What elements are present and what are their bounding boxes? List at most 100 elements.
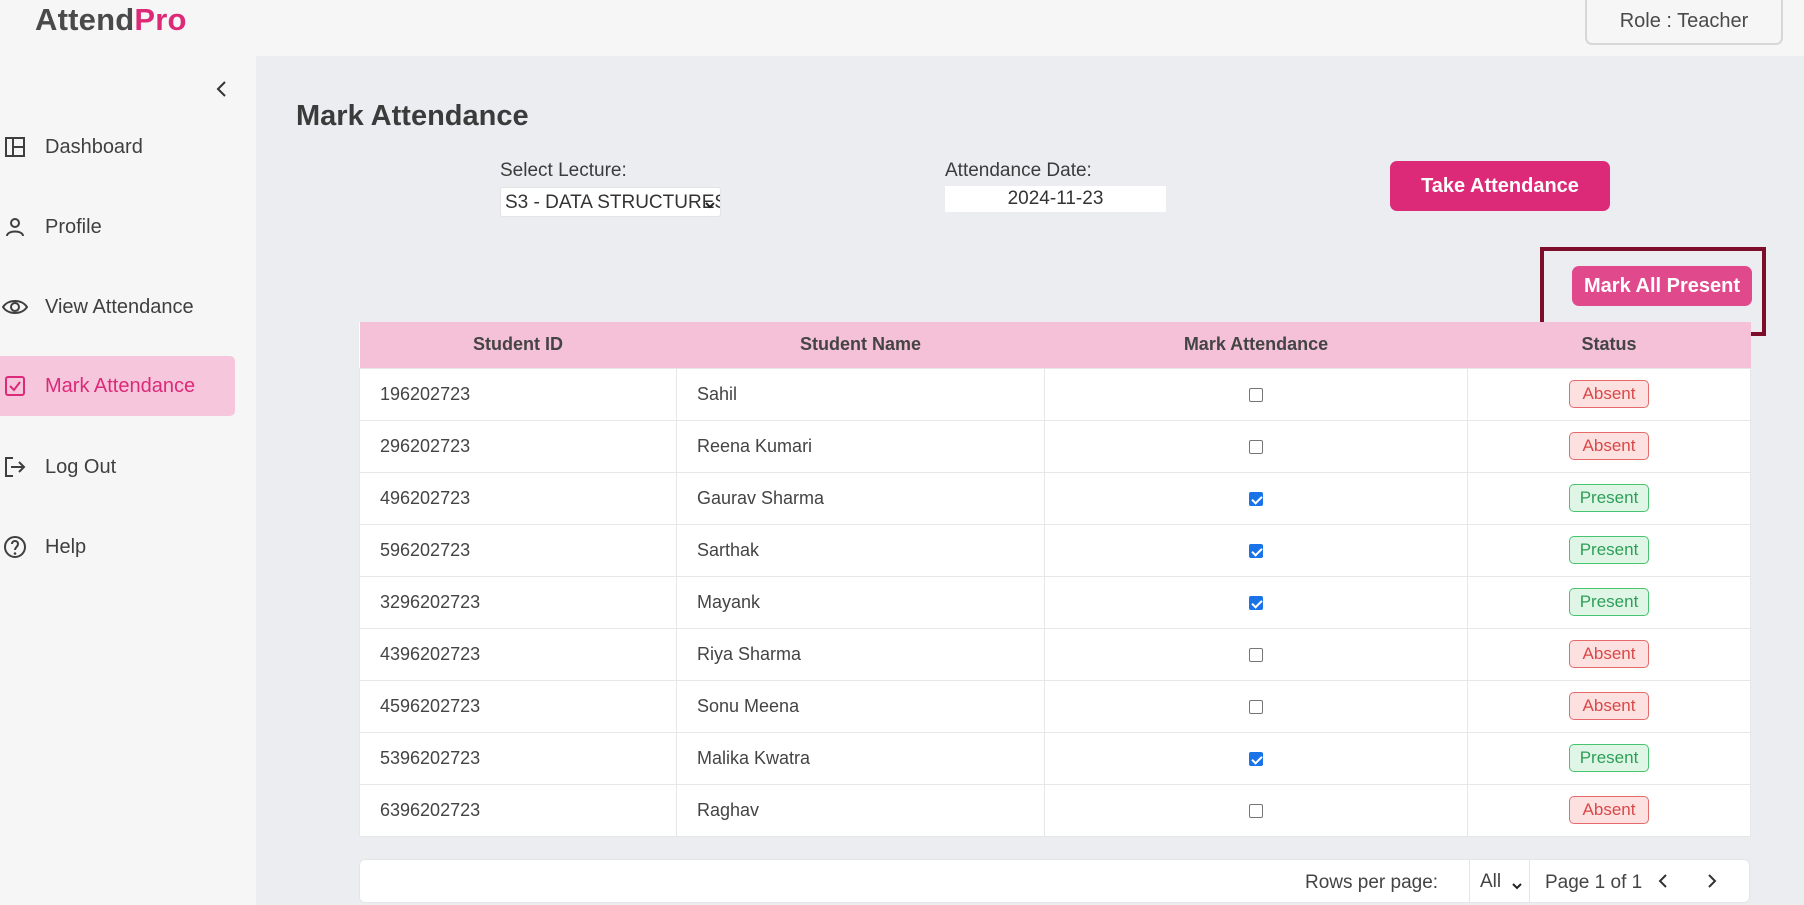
student-name-cell: Malika Kwatra [676, 731, 1045, 785]
attendance-checkbox[interactable] [1249, 543, 1263, 558]
eye-icon [2, 294, 28, 320]
sidebar-item-view-attendance[interactable]: View Attendance [0, 277, 235, 337]
table-row: 596202723 Sarthak Present [359, 523, 1751, 577]
mark-attendance-cell [1044, 679, 1468, 733]
sidebar: Dashboard Profile View Attendance Mark A… [0, 56, 256, 905]
student-id-cell: 296202723 [359, 419, 677, 473]
mark-all-present-button[interactable]: Mark All Present [1572, 266, 1752, 306]
student-id-cell: 3296202723 [359, 575, 677, 629]
status-badge: Present [1569, 484, 1649, 512]
attendance-checkbox[interactable] [1249, 387, 1263, 402]
status-badge: Present [1569, 588, 1649, 616]
rows-per-page-select[interactable]: All [1469, 859, 1530, 903]
student-name-cell: Sarthak [676, 523, 1045, 577]
attendance-checkbox[interactable] [1249, 647, 1263, 662]
status-cell: Present [1467, 575, 1751, 629]
student-name-cell: Gaurav Sharma [676, 471, 1045, 525]
table-row: 4596202723 Sonu Meena Absent [359, 679, 1751, 733]
check-square-icon [2, 373, 28, 399]
attendance-checkbox[interactable] [1249, 751, 1263, 766]
page-indicator: Page 1 of 1 [1545, 872, 1643, 893]
status-badge: Present [1569, 744, 1649, 772]
take-attendance-button[interactable]: Take Attendance [1390, 161, 1610, 211]
student-name-cell: Sahil [676, 367, 1045, 421]
logout-icon [2, 454, 28, 480]
status-cell: Present [1467, 523, 1751, 577]
attendance-checkbox[interactable] [1249, 803, 1263, 818]
date-input[interactable]: 2024-11-23 [945, 186, 1166, 212]
top-bar: AttendPro Role : Teacher [0, 0, 1804, 56]
chevron-right-icon[interactable] [1702, 871, 1722, 896]
sidebar-item-log-out[interactable]: Log Out [0, 437, 235, 497]
chevron-down-icon [1511, 876, 1523, 898]
table-header-row: Student ID Student Name Mark Attendance … [359, 322, 1751, 368]
status-cell: Absent [1467, 783, 1751, 837]
table-row: 196202723 Sahil Absent [359, 367, 1751, 421]
page-title: Mark Attendance [296, 100, 529, 132]
sidebar-item-help[interactable]: Help [0, 517, 235, 577]
role-badge[interactable]: Role : Teacher [1585, 0, 1783, 45]
mark-attendance-cell [1044, 731, 1468, 785]
mark-attendance-cell [1044, 419, 1468, 473]
status-cell: Absent [1467, 679, 1751, 733]
mark-attendance-cell [1044, 471, 1468, 525]
student-id-cell: 4396202723 [359, 627, 677, 681]
chevron-left-icon[interactable] [1653, 871, 1673, 896]
student-name-cell: Mayank [676, 575, 1045, 629]
table-row: 6396202723 Raghav Absent [359, 783, 1751, 837]
sidebar-item-mark-attendance[interactable]: Mark Attendance [0, 356, 235, 416]
app-logo[interactable]: AttendPro [35, 2, 187, 38]
status-badge: Present [1569, 536, 1649, 564]
table-row: 296202723 Reena Kumari Absent [359, 419, 1751, 473]
status-cell: Absent [1467, 627, 1751, 681]
chevron-left-icon[interactable] [211, 78, 233, 100]
header-student-name: Student Name [676, 322, 1045, 368]
chevron-down-icon [704, 195, 716, 216]
header-mark-attendance: Mark Attendance [1044, 322, 1468, 368]
attendance-table: Student ID Student Name Mark Attendance … [359, 322, 1751, 837]
main-content: Mark Attendance Select Lecture: S3 - DAT… [256, 56, 1804, 905]
status-badge: Absent [1569, 380, 1649, 408]
student-name-cell: Reena Kumari [676, 419, 1045, 473]
status-cell: Present [1467, 731, 1751, 785]
pagination-bar: Rows per page: All Page 1 of 1 [359, 859, 1750, 903]
status-badge: Absent [1569, 796, 1649, 824]
student-id-cell: 196202723 [359, 367, 677, 421]
student-name-cell: Raghav [676, 783, 1045, 837]
help-icon [2, 534, 28, 560]
status-cell: Absent [1467, 367, 1751, 421]
status-cell: Absent [1467, 419, 1751, 473]
attendance-checkbox[interactable] [1249, 491, 1263, 506]
attendance-checkbox[interactable] [1249, 439, 1263, 454]
attendance-checkbox[interactable] [1249, 595, 1263, 610]
mark-attendance-cell [1044, 523, 1468, 577]
attendance-checkbox[interactable] [1249, 699, 1263, 714]
student-id-cell: 6396202723 [359, 783, 677, 837]
table-row: 5396202723 Malika Kwatra Present [359, 731, 1751, 785]
table-row: 3296202723 Mayank Present [359, 575, 1751, 629]
student-id-cell: 596202723 [359, 523, 677, 577]
sidebar-item-profile[interactable]: Profile [0, 197, 235, 257]
user-icon [2, 214, 28, 240]
student-name-cell: Sonu Meena [676, 679, 1045, 733]
status-cell: Present [1467, 471, 1751, 525]
student-id-cell: 5396202723 [359, 731, 677, 785]
lecture-select[interactable]: S3 - DATA STRUCTURES [500, 187, 721, 217]
header-status: Status [1467, 322, 1751, 368]
rows-per-page-label: Rows per page: [1305, 872, 1439, 893]
date-label: Attendance Date: [945, 160, 1092, 181]
mark-attendance-cell [1044, 575, 1468, 629]
student-id-cell: 4596202723 [359, 679, 677, 733]
status-badge: Absent [1569, 640, 1649, 668]
sidebar-item-dashboard[interactable]: Dashboard [0, 117, 235, 177]
layout-icon [2, 134, 28, 160]
status-badge: Absent [1569, 692, 1649, 720]
status-badge: Absent [1569, 432, 1649, 460]
mark-attendance-cell [1044, 627, 1468, 681]
header-student-id: Student ID [359, 322, 677, 368]
mark-attendance-cell [1044, 367, 1468, 421]
lecture-label: Select Lecture: [500, 160, 627, 181]
student-id-cell: 496202723 [359, 471, 677, 525]
table-row: 4396202723 Riya Sharma Absent [359, 627, 1751, 681]
mark-attendance-cell [1044, 783, 1468, 837]
